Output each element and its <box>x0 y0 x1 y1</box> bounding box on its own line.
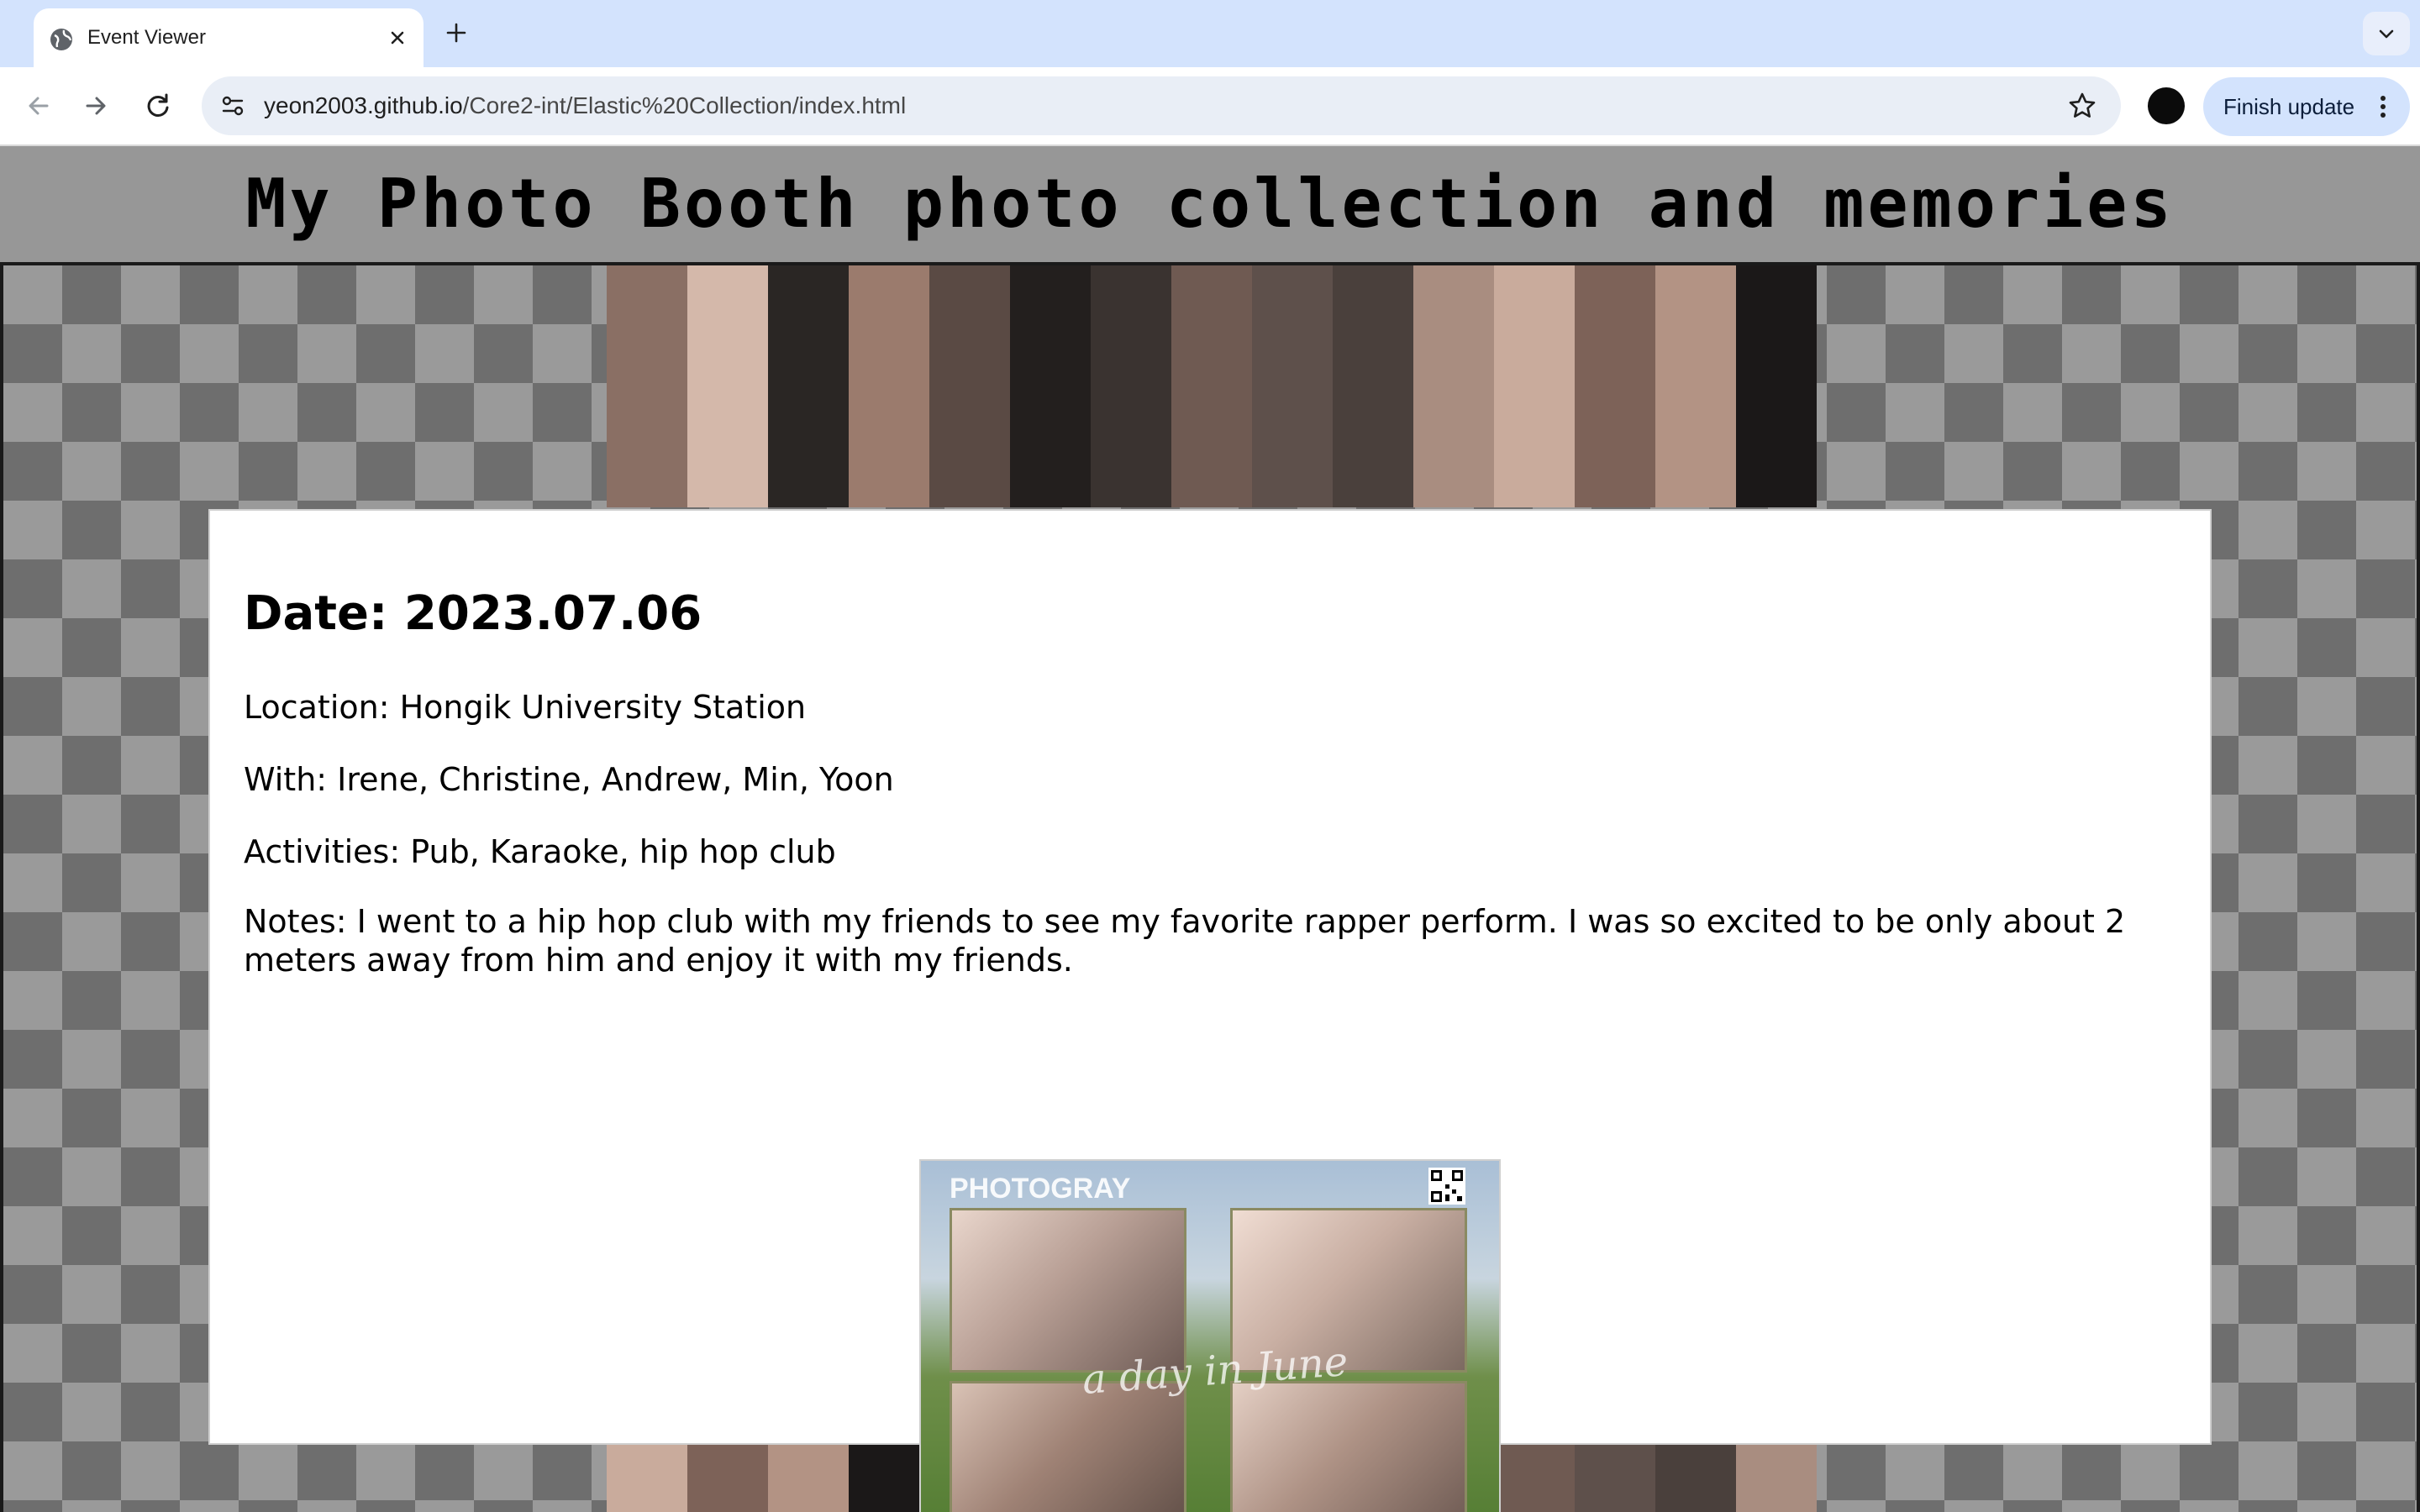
mosaic-tile <box>1575 265 1655 346</box>
event-activities: Activities: Pub, Karaoke, hip hop club <box>244 833 836 870</box>
finish-update-button[interactable]: Finish update <box>2203 77 2410 136</box>
mosaic-tile <box>1494 346 1575 427</box>
mosaic-tile <box>1413 427 1494 507</box>
mosaic-tile <box>1010 265 1091 346</box>
mosaic-tile <box>929 346 1010 427</box>
star-icon[interactable] <box>2067 91 2097 121</box>
event-location: Location: Hongik University Station <box>244 689 807 726</box>
mosaic-tile <box>849 1445 929 1512</box>
mosaic-tile <box>768 1445 849 1512</box>
browser-toolbar: yeon2003.github.io/Core2-int/Elastic%20C… <box>0 67 2420 146</box>
page-header: My Photo Booth photo collection and memo… <box>0 146 2420 265</box>
mosaic-tile <box>768 346 849 427</box>
mosaic-tile <box>1655 265 1736 346</box>
forward-arrow-icon[interactable] <box>77 87 114 124</box>
page-title: My Photo Booth photo collection and memo… <box>245 165 2175 243</box>
mosaic-tile <box>1736 346 1817 427</box>
photo-mosaic-top <box>607 265 1817 509</box>
url-host: yeon2003.github.io <box>264 92 463 118</box>
web-page: My Photo Booth photo collection and memo… <box>0 146 2420 1512</box>
mosaic-tile <box>768 265 849 346</box>
mosaic-tile <box>1655 1445 1736 1512</box>
mosaic-tile <box>607 1445 687 1512</box>
mosaic-tile <box>1494 265 1575 346</box>
mosaic-tile <box>1333 346 1413 427</box>
mosaic-tile <box>1655 346 1736 427</box>
mosaic-tile <box>687 346 768 427</box>
mosaic-tile <box>849 265 929 346</box>
more-vert-icon[interactable] <box>2378 94 2388 119</box>
photo-brand-text: PHOTOGRAY <box>950 1173 1131 1205</box>
mosaic-tile <box>687 427 768 507</box>
mosaic-tile <box>1575 427 1655 507</box>
tab-search-button[interactable] <box>2363 12 2410 55</box>
close-icon[interactable] <box>385 25 410 50</box>
mosaic-tile <box>1736 1445 1817 1512</box>
mosaic-tile <box>1736 265 1817 346</box>
photo-frame <box>1230 1381 1467 1512</box>
mosaic-tile <box>1171 265 1252 346</box>
tab-strip: Event Viewer <box>0 0 2420 67</box>
mosaic-tile <box>1091 265 1171 346</box>
mosaic-tile <box>1171 427 1252 507</box>
globe-icon <box>49 27 74 52</box>
url-path: /Core2-int/Elastic%20Collection/index.ht… <box>462 92 907 118</box>
address-bar[interactable]: yeon2003.github.io/Core2-int/Elastic%20C… <box>202 76 2121 135</box>
finish-update-label: Finish update <box>2223 94 2355 119</box>
mosaic-tile <box>1575 1445 1655 1512</box>
tab-title: Event Viewer <box>87 26 206 49</box>
mosaic-tile <box>687 265 768 346</box>
chevron-down-icon <box>2379 29 2394 39</box>
plus-icon[interactable] <box>442 18 471 47</box>
mosaic-tile <box>1171 346 1252 427</box>
event-companions: With: Irene, Christine, Andrew, Min, Yoo… <box>244 761 894 798</box>
mosaic-tile <box>1494 427 1575 507</box>
mosaic-tile <box>1413 346 1494 427</box>
mosaic-tile <box>768 427 849 507</box>
mosaic-tile <box>1736 427 1817 507</box>
mosaic-tile <box>607 265 687 346</box>
event-notes: Notes: I went to a hip hop club with my … <box>244 903 2126 979</box>
reload-icon[interactable] <box>139 87 176 124</box>
mosaic-tile <box>1575 346 1655 427</box>
mosaic-tile <box>1010 346 1091 427</box>
back-arrow-icon[interactable] <box>20 87 57 124</box>
mosaic-tile <box>849 427 929 507</box>
mosaic-tile <box>1494 1445 1575 1512</box>
mosaic-tile <box>1091 427 1171 507</box>
mosaic-tile <box>929 427 1010 507</box>
qr-code-icon <box>1428 1168 1465 1205</box>
mosaic-tile <box>1252 427 1333 507</box>
photo-booth-image: PHOTOGRAY a day in June <box>919 1159 1501 1512</box>
mosaic-tile <box>1413 265 1494 346</box>
event-card: Date: 2023.07.06 Location: Hongik Univer… <box>208 509 2212 1512</box>
mosaic-tile <box>1010 427 1091 507</box>
profile-avatar[interactable] <box>2148 87 2185 124</box>
tab-event-viewer[interactable]: Event Viewer <box>34 8 424 67</box>
mosaic-tile <box>1655 427 1736 507</box>
mosaic-tile <box>1252 346 1333 427</box>
mosaic-tile <box>1091 346 1171 427</box>
site-info-icon[interactable] <box>217 90 249 122</box>
event-date: Date: 2023.07.06 <box>244 586 702 641</box>
mosaic-tile <box>849 346 929 427</box>
mosaic-tile <box>1252 265 1333 346</box>
photo-frame <box>950 1208 1186 1373</box>
mosaic-tile <box>687 1445 768 1512</box>
mosaic-tile <box>607 427 687 507</box>
mosaic-tile <box>1333 265 1413 346</box>
mosaic-tile <box>929 265 1010 346</box>
url-text[interactable]: yeon2003.github.io/Core2-int/Elastic%20C… <box>264 76 906 135</box>
mosaic-tile <box>1333 427 1413 507</box>
mosaic-tile <box>607 346 687 427</box>
